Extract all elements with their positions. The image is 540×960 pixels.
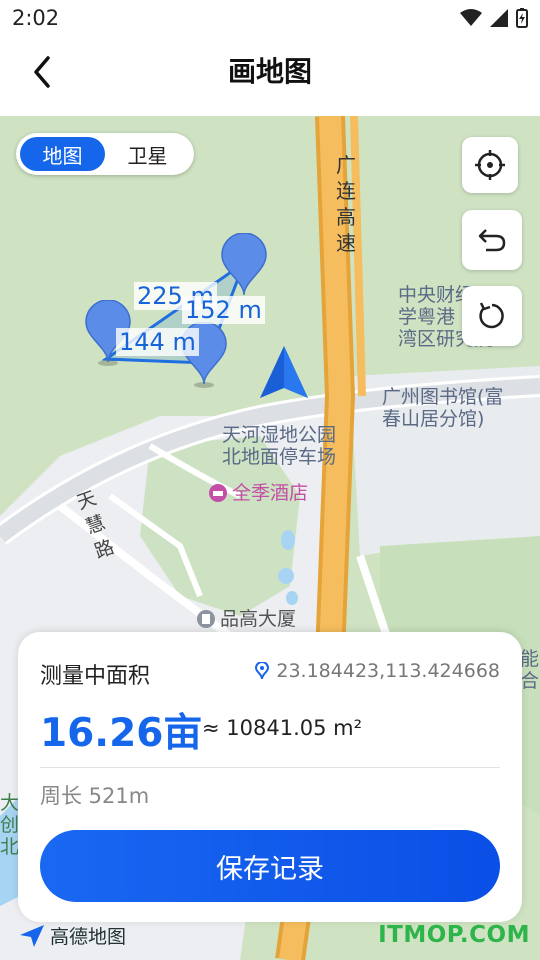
hotel-label: 全季酒店 [232, 482, 309, 504]
measure-label: 测量中面积 [40, 664, 151, 689]
wifi-icon [460, 9, 482, 26]
current-location-arrow-icon [260, 346, 308, 398]
page-title: 画地图 [227, 55, 312, 88]
undo-button[interactable] [462, 210, 522, 270]
building-label: 品高大厦 [220, 608, 297, 630]
status-bar: 2:02 [0, 0, 540, 38]
undo-icon [478, 229, 506, 252]
amap-logo: 高德地图 [20, 922, 126, 949]
poi-library: 广州图书馆(富 春山居分馆) [382, 386, 504, 430]
divider [40, 767, 500, 768]
site-watermark: ITMOP.COM [378, 922, 530, 948]
reset-button[interactable] [462, 286, 522, 346]
perimeter: 周长 521m [40, 784, 150, 808]
crosshair-icon [475, 150, 505, 180]
location-pin-icon [255, 662, 270, 680]
coordinate-readout: 23.184423,113.424668 [254, 660, 500, 682]
poi-edge-right: 能 合 [520, 648, 540, 692]
measurement-card: 测量中面积 23.184423,113.424668 16.26亩 ≈ 1084… [18, 632, 522, 922]
amap-label: 高德地图 [50, 926, 127, 948]
hotel-icon [209, 484, 227, 502]
status-time: 2:02 [12, 6, 60, 30]
signal-icon [490, 9, 508, 27]
amap-arrow-icon [20, 924, 44, 947]
map-type-toggle: 地图 卫星 [16, 133, 194, 175]
map-mode-button[interactable]: 地图 [20, 137, 105, 171]
locate-button[interactable] [462, 137, 518, 193]
battery-icon [516, 8, 528, 28]
vertex-pin-2[interactable] [220, 233, 268, 301]
segment-length-2: 152 m [182, 296, 265, 324]
title-bar: 画地图 [0, 38, 540, 116]
status-icons [460, 8, 528, 28]
area-mu: 16.26亩 [40, 711, 203, 756]
building-icon [197, 610, 215, 628]
save-record-button[interactable]: 保存记录 [40, 830, 500, 902]
satellite-mode-button[interactable]: 卫星 [105, 137, 190, 171]
poi-parking: 天河湿地公园 北地面停车场 [222, 424, 337, 468]
reset-icon [479, 302, 504, 329]
area-sqm: ≈ 10841.05 m² [202, 716, 363, 740]
poi-hotel: 全季酒店 [208, 482, 308, 504]
highway-label: 广 连 高 速 [336, 153, 356, 255]
coordinate-text: 23.184423,113.424668 [276, 660, 500, 682]
segment-length-3: 144 m [116, 328, 199, 356]
poi-building: 品高大厦 [196, 608, 296, 630]
